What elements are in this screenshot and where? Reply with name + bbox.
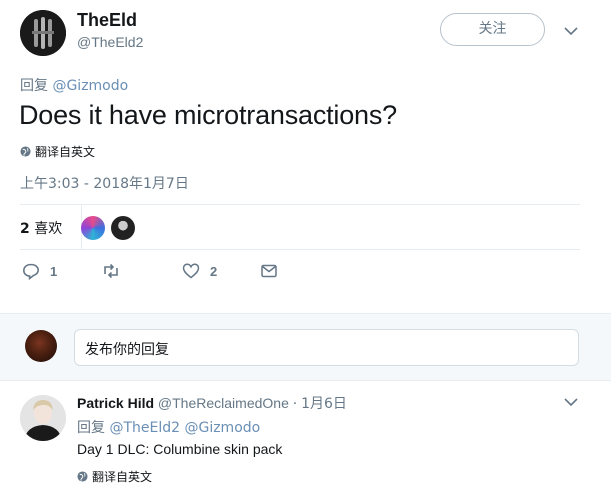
globe-icon — [20, 146, 31, 157]
reply-context: 回复 @Gizmodo — [20, 75, 128, 95]
avatar — [25, 330, 57, 362]
avatar-image — [20, 395, 66, 441]
author-handle[interactable]: @TheEld2 — [77, 34, 143, 50]
reply-header: Patrick Hild @TheReclaimedOne · 1月6日 — [77, 393, 347, 413]
translate-link[interactable]: 翻译自英文 — [20, 143, 95, 160]
tweet-timestamp[interactable]: 上午3:03 - 2018年1月7日 — [20, 173, 189, 193]
main-tweet: TheEld @TheEld2 关注 回复 @Gizmodo Does it h… — [0, 0, 611, 312]
like-count: 2 — [210, 263, 218, 279]
reply-context: 回复 @TheEld2 @Gizmodo — [77, 417, 260, 437]
reply-composer: 发布你的回复 — [0, 313, 611, 381]
avatar-image — [20, 10, 66, 56]
direct-message-button[interactable] — [260, 262, 278, 280]
liker-avatar[interactable] — [111, 216, 135, 240]
retweet-icon — [104, 263, 118, 279]
divider — [20, 249, 580, 250]
likes-label: 喜欢 — [34, 221, 63, 237]
likes-number: 2 — [20, 221, 30, 237]
avatar[interactable] — [20, 10, 66, 56]
reply-text: Day 1 DLC: Columbine skin pack — [77, 441, 283, 457]
follow-button[interactable]: 关注 — [440, 13, 545, 46]
reply-to-links[interactable]: @TheEld2 @Gizmodo — [109, 420, 260, 436]
reply-prefix: 回复 — [20, 78, 48, 94]
globe-icon — [77, 471, 88, 482]
translate-label[interactable]: 翻译自英文 — [35, 143, 95, 160]
translate-label[interactable]: 翻译自英文 — [92, 468, 152, 485]
reply-author-name[interactable]: Patrick Hild — [77, 395, 154, 411]
reply-prefix: 回复 — [77, 420, 105, 436]
avatar[interactable] — [20, 395, 66, 441]
chevron-down-icon[interactable] — [564, 26, 578, 36]
tweet-text: Does it have microtransactions? — [19, 100, 397, 130]
envelope-icon — [261, 264, 277, 278]
translate-link[interactable]: 翻译自英文 — [77, 468, 152, 485]
reply-count: 1 — [50, 263, 58, 279]
chevron-down-icon[interactable] — [564, 397, 578, 407]
reply-tweet[interactable]: Patrick Hild @TheReclaimedOne · 1月6日 回复 … — [0, 382, 611, 491]
like-button[interactable]: 2 — [182, 262, 217, 280]
reply-author-handle[interactable]: @TheReclaimedOne — [158, 395, 289, 411]
reply-to-link[interactable]: @Gizmodo — [52, 78, 128, 94]
tweet-stats: 2 喜欢 — [20, 205, 580, 249]
heart-icon — [182, 263, 200, 279]
retweet-button[interactable] — [102, 262, 130, 280]
likes-count[interactable]: 2 喜欢 — [20, 218, 62, 238]
author-name[interactable]: TheEld — [77, 10, 137, 31]
tweet-actions: 1 2 — [20, 262, 580, 284]
reply-icon — [22, 263, 40, 280]
reply-button[interactable]: 1 — [22, 262, 57, 280]
reply-separator: · — [292, 396, 298, 412]
reply-input[interactable]: 发布你的回复 — [74, 329, 579, 366]
reply-timestamp[interactable]: 1月6日 — [301, 396, 347, 412]
liker-avatar[interactable] — [81, 216, 105, 240]
